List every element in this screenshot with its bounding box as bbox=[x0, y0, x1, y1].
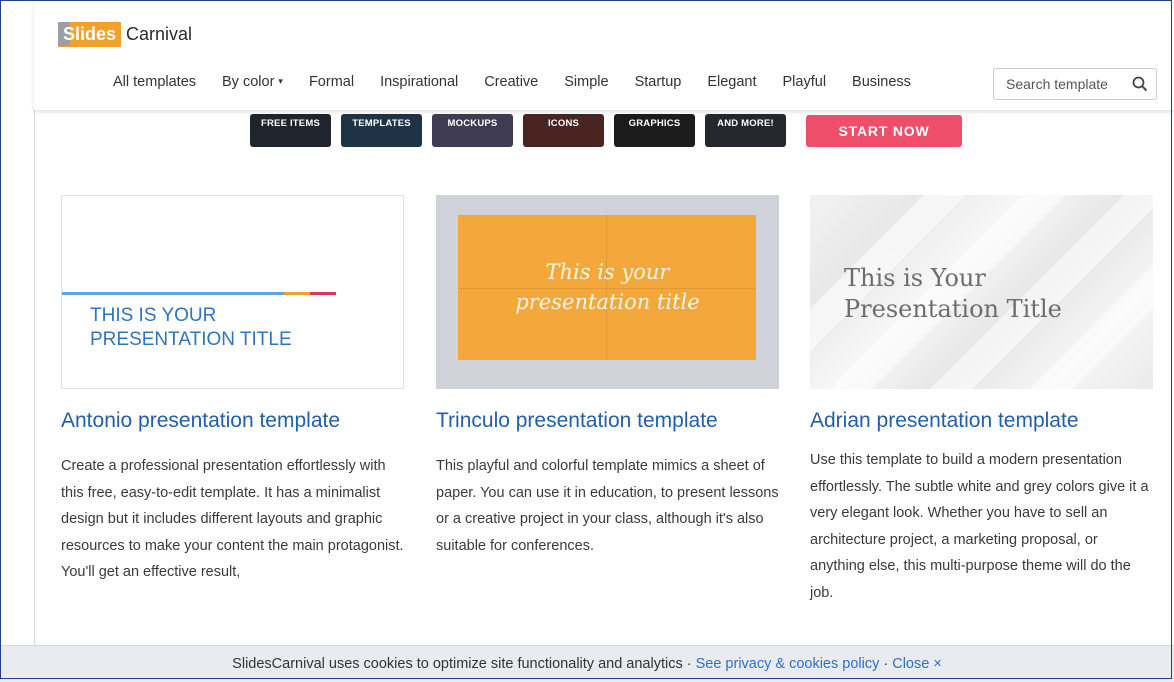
promo-tile-label: GRAPHICS bbox=[628, 118, 681, 129]
promo-tile-label: MOCKUPS bbox=[447, 118, 498, 129]
promo-tile-label: TEMPLATES bbox=[352, 118, 411, 129]
thumb-title-line: Presentation Title bbox=[844, 295, 1062, 323]
promo-tile-and-more[interactable]: AND MORE! bbox=[705, 114, 786, 147]
promo-tile-icons[interactable]: ICONS bbox=[523, 114, 604, 147]
thumb-title: THIS IS YOUR PRESENTATION TITLE bbox=[90, 304, 292, 352]
promo-tile-free-items[interactable]: FREE ITEMS bbox=[250, 114, 331, 147]
nav-formal[interactable]: Formal bbox=[309, 74, 354, 90]
nav-playful[interactable]: Playful bbox=[783, 74, 827, 90]
promo-tile-graphics[interactable]: GRAPHICS bbox=[614, 114, 695, 147]
promo-tile-templates[interactable]: TEMPLATES bbox=[341, 114, 422, 147]
nav-simple[interactable]: Simple bbox=[564, 74, 608, 90]
template-thumbnail[interactable]: THIS IS YOUR PRESENTATION TITLE bbox=[61, 195, 404, 389]
card-description: Create a professional presentation effor… bbox=[61, 458, 404, 580]
thumb-title-line: PRESENTATION TITLE bbox=[90, 329, 292, 350]
thumb-title-line: presentation title bbox=[515, 290, 700, 314]
nav-creative[interactable]: Creative bbox=[484, 74, 538, 90]
thumb-title-line: This is Your bbox=[844, 264, 986, 292]
logo-slides-text: Slides bbox=[63, 23, 117, 44]
template-thumbnail[interactable]: This is your presentation title bbox=[436, 195, 779, 389]
card-description: This playful and colorful template mimic… bbox=[436, 458, 779, 554]
nav-all-templates[interactable]: All templates bbox=[113, 74, 196, 90]
cookie-close-button[interactable]: Close × bbox=[892, 656, 942, 672]
card-title-link[interactable]: Trinculo presentation template bbox=[436, 406, 779, 435]
thumb-title: This is your presentation title bbox=[436, 257, 779, 317]
template-thumbnail[interactable]: This is Your Presentation Title bbox=[810, 195, 1153, 389]
card-title-link[interactable]: Adrian presentation template bbox=[810, 406, 1153, 435]
thumb-title-line: This is your bbox=[545, 260, 670, 284]
nav-by-color[interactable]: By color ▾ bbox=[222, 74, 283, 90]
promo-tile-mockups[interactable]: MOCKUPS bbox=[432, 114, 513, 147]
template-card-antonio: THIS IS YOUR PRESENTATION TITLE Antonio … bbox=[61, 195, 404, 586]
logo[interactable]: Slides Carnival bbox=[58, 21, 193, 47]
start-now-button[interactable]: START NOW bbox=[806, 115, 962, 147]
template-card-adrian: This is Your Presentation Title Adrian p… bbox=[810, 195, 1153, 606]
nav-elegant[interactable]: Elegant bbox=[707, 74, 756, 90]
search-icon[interactable] bbox=[1132, 76, 1148, 92]
nav-inspirational[interactable]: Inspirational bbox=[380, 74, 458, 90]
card-title-link[interactable]: Antonio presentation template bbox=[61, 406, 404, 435]
promo-tile-label: AND MORE! bbox=[717, 118, 774, 129]
nav-startup[interactable]: Startup bbox=[635, 74, 682, 90]
template-card-trinculo: This is your presentation title Trinculo… bbox=[436, 195, 779, 559]
search-box bbox=[993, 68, 1157, 100]
search-input[interactable] bbox=[1004, 75, 1134, 93]
site-header: Slides Carnival All templates By color ▾ … bbox=[34, 0, 1174, 110]
card-description: Use this template to build a modern pres… bbox=[810, 452, 1149, 601]
cookie-text: SlidesCarnival uses cookies to optimize … bbox=[232, 656, 696, 672]
thumb-accent-bar bbox=[284, 292, 310, 295]
privacy-policy-link[interactable]: See privacy & cookies policy bbox=[696, 656, 880, 672]
logo-carnival-text: Carnival bbox=[126, 23, 193, 44]
thumb-title-line: THIS IS YOUR bbox=[90, 305, 217, 326]
promo-banner: FREE ITEMS TEMPLATES MOCKUPS ICONS GRAPH… bbox=[250, 114, 796, 148]
thumb-title: This is Your Presentation Title bbox=[844, 263, 1062, 325]
thumb-accent-bar bbox=[62, 292, 284, 295]
cookie-bar: SlidesCarnival uses cookies to optimize … bbox=[0, 645, 1174, 682]
thumb-accent-bar bbox=[310, 292, 336, 295]
nav-business[interactable]: Business bbox=[852, 74, 911, 90]
promo-tile-label: ICONS bbox=[547, 118, 580, 129]
left-gutter bbox=[0, 0, 35, 681]
main-nav: All templates By color ▾ Formal Inspirati… bbox=[113, 74, 937, 90]
caret-down-icon: ▾ bbox=[278, 76, 283, 86]
cookie-separator: · bbox=[879, 656, 893, 672]
nav-by-color-label: By color bbox=[222, 74, 275, 90]
logo-slides-badge: Slides bbox=[58, 21, 122, 47]
promo-tile-label: FREE ITEMS bbox=[260, 118, 320, 129]
